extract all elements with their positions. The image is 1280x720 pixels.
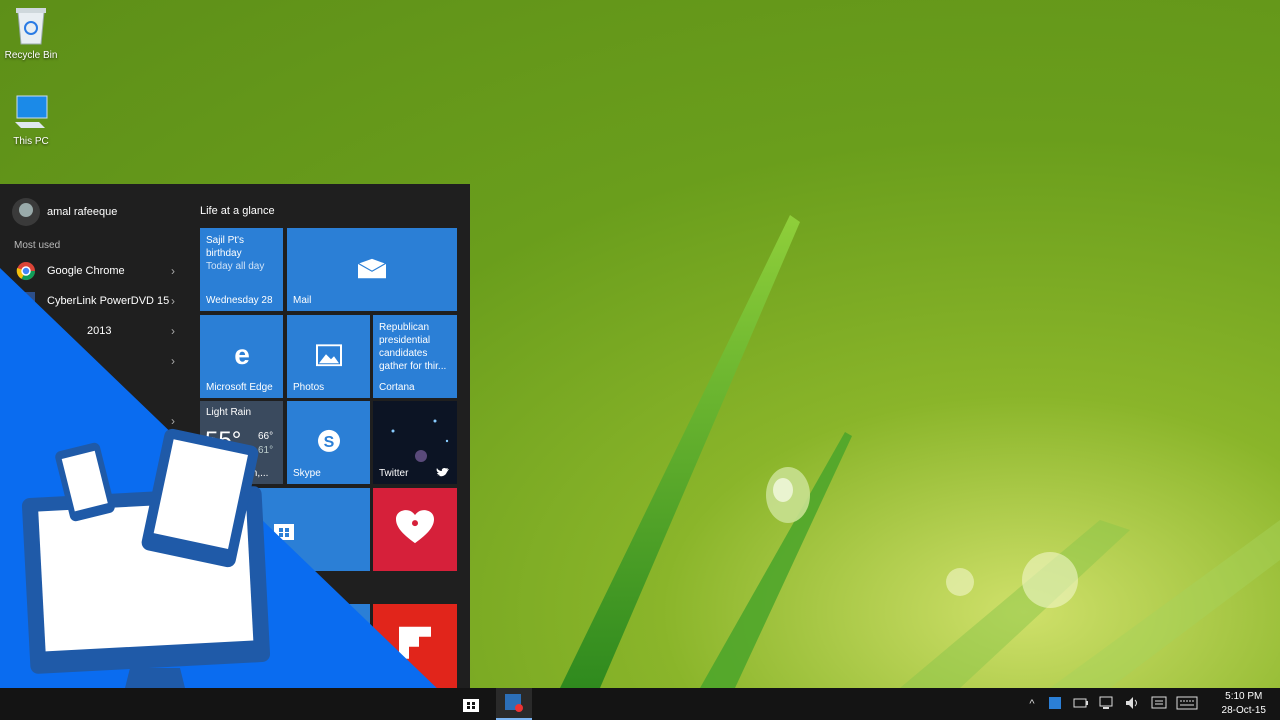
chevron-right-icon[interactable]: › [171, 324, 175, 338]
mail-tile[interactable]: Mail [287, 228, 457, 311]
show-hidden-icons-icon[interactable]: ^ [1022, 698, 1042, 710]
svg-text:S: S [323, 433, 334, 450]
recycle-bin-icon [16, 8, 46, 45]
app-label: CyberLink PowerDVD 15 [47, 295, 170, 307]
clock-date: 28-Oct-15 [1221, 705, 1266, 716]
this-pc-label: This PC [13, 136, 49, 147]
cortana-news: Republican presidential candidates gathe… [379, 322, 447, 372]
user-name: amal rafeeque [47, 206, 118, 218]
app-item-hidden-2[interactable]: › [14, 407, 179, 435]
action-center-icon[interactable] [1146, 696, 1172, 713]
photos-icon [315, 343, 342, 366]
mail-icon [357, 257, 387, 278]
weather-high: 66° [258, 431, 274, 442]
calendar-tile[interactable]: Sajil Pt's birthday Today all day Wednes… [200, 228, 283, 311]
chevron-right-icon[interactable]: › [171, 354, 175, 368]
recorder-app-icon [505, 694, 523, 712]
app-item-google-chrome[interactable]: Google Chrome › [14, 257, 179, 285]
keyboard-icon[interactable] [1172, 696, 1202, 713]
calendar-event: Sajil Pt's birthday Today all day [206, 234, 279, 273]
start-menu: amal rafeeque Most used Google Chrome › [0, 184, 470, 688]
twitter-label: Twitter [379, 468, 409, 479]
office-icon [14, 319, 38, 343]
battery-icon[interactable] [1068, 697, 1094, 712]
network-icon[interactable] [1094, 696, 1120, 713]
store-icon [274, 524, 294, 540]
chevron-right-icon[interactable]: › [171, 264, 175, 278]
user-account[interactable]: amal rafeeque [12, 198, 117, 226]
calendar-event-line: birthday [206, 248, 242, 259]
system-tray: ^ [1022, 688, 1202, 720]
calendar-event-line: Sajil Pt's [206, 235, 245, 246]
app-item-office-2013[interactable]: 2013 › [14, 317, 179, 345]
weather-temp: 55° [205, 427, 242, 454]
skype-icon: S [317, 429, 340, 452]
calendar-event-time: Today all day [206, 261, 265, 272]
taskbar-clock[interactable]: 5:10 PM 28-Oct-15 [1222, 690, 1266, 718]
partial-tile[interactable] [287, 604, 370, 688]
skype-tile[interactable]: S Skype [287, 401, 370, 484]
weather-low: 61° [258, 445, 274, 456]
volume-icon[interactable] [1120, 696, 1146, 713]
clock-time: 5:10 PM [1225, 691, 1263, 702]
photos-tile[interactable]: Photos [287, 315, 370, 398]
cortana-label: Cortana [379, 382, 415, 393]
app-item-cyberlink-powerdvd[interactable]: CyberLink PowerDVD 15 › [14, 287, 179, 315]
desktop: Recycle Bin This PC amal rafeeque Most u… [0, 0, 1280, 688]
weather-tile[interactable]: Light Rain 55° 66° 61° ion,... [200, 401, 283, 484]
iheart-icon [396, 509, 434, 543]
chevron-right-icon[interactable]: › [171, 414, 175, 428]
tile-group-title: Life at a glance [200, 205, 275, 217]
weather-condition: Light Rain [206, 407, 252, 418]
twitter-tile[interactable]: Twitter [373, 401, 457, 484]
photos-label: Photos [293, 382, 325, 393]
app-label: Google Chrome [47, 265, 125, 277]
chevron-right-icon[interactable]: › [171, 294, 175, 308]
weather-location: ion,... [244, 468, 269, 479]
most-used-heading: Most used [14, 240, 61, 251]
skype-label: Skype [293, 468, 321, 479]
svg-text:e: e [234, 341, 250, 367]
skype-tray-icon[interactable] [1042, 696, 1068, 713]
powerdvd-icon [14, 289, 38, 313]
recycle-bin-desktop-icon[interactable]: Recycle Bin [0, 6, 62, 61]
chrome-icon [14, 259, 38, 283]
recycle-bin-label: Recycle Bin [4, 50, 58, 61]
iheartradio-tile[interactable] [373, 488, 457, 571]
taskbar: ^ 5:10 PM 28-Oct-15 [0, 688, 1280, 720]
this-pc-desktop-icon[interactable]: This PC [0, 94, 62, 147]
computer-icon [15, 95, 48, 128]
calendar-date: Wednesday 28 [206, 295, 273, 306]
store-icon [463, 699, 479, 712]
app-label: 2013 [87, 325, 112, 337]
avatar [12, 198, 40, 226]
cortana-tile[interactable]: Republican presidential candidates gathe… [373, 315, 457, 398]
microsoft-edge-tile[interactable]: e Microsoft Edge [200, 315, 283, 398]
app-item-hidden[interactable]: › [14, 347, 179, 375]
windows-store-taskbar-button[interactable] [456, 688, 486, 720]
edge-icon: e [234, 341, 250, 367]
flipboard-tile[interactable] [373, 604, 457, 688]
store-tile[interactable] [200, 488, 370, 571]
flipboard-icon [399, 626, 431, 659]
screen-recorder-taskbar-button[interactable] [496, 688, 532, 720]
start-menu-left-pane: amal rafeeque Most used Google Chrome › [0, 184, 190, 688]
twitter-bird-icon [436, 467, 449, 477]
mail-label: Mail [293, 295, 312, 306]
edge-label: Microsoft Edge [206, 382, 273, 393]
